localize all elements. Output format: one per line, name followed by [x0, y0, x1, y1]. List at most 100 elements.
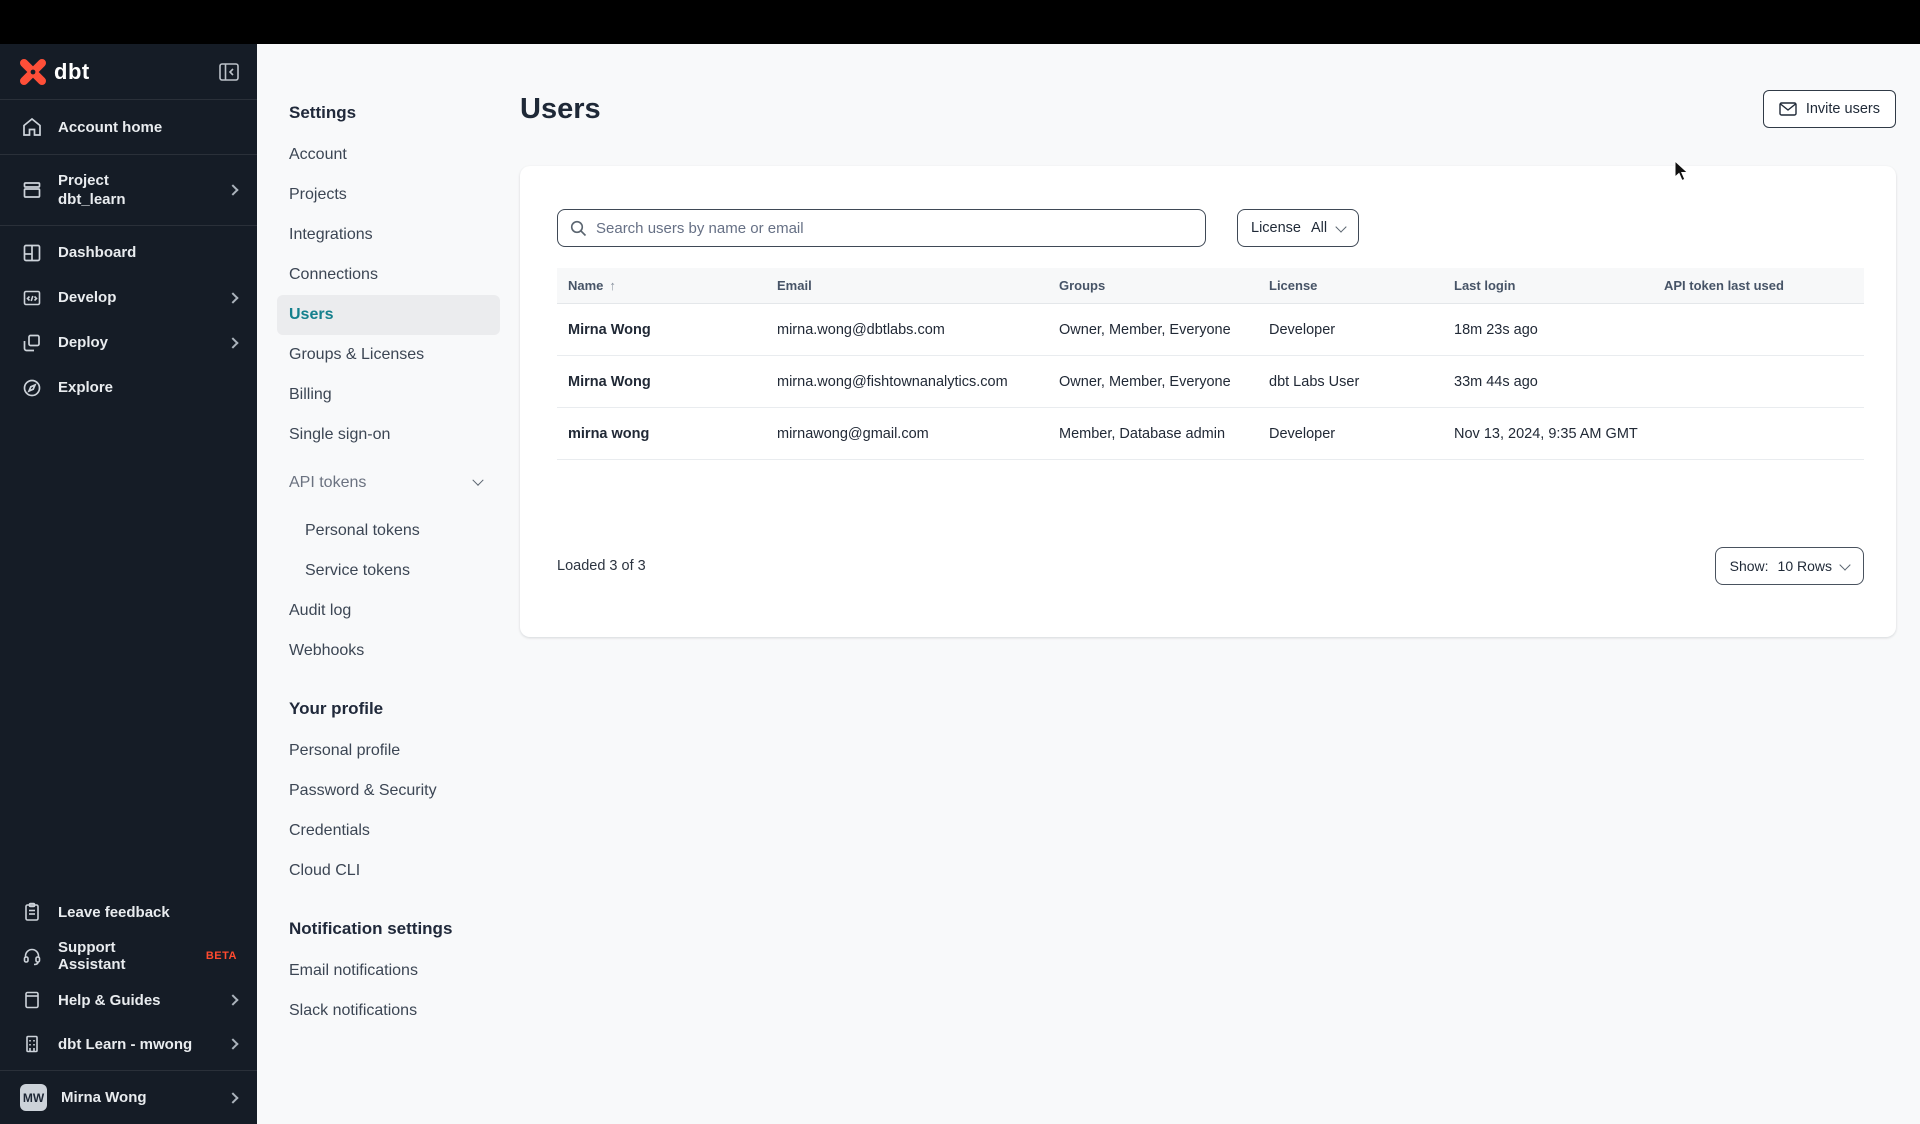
user-name: Mirna Wong — [61, 1089, 147, 1106]
sidebar-item-help-guides[interactable]: Help & Guides — [0, 978, 257, 1022]
column-header-groups[interactable]: Groups — [1048, 278, 1258, 293]
settings-item-billing[interactable]: Billing — [277, 375, 500, 415]
chevron-right-icon — [227, 1038, 239, 1050]
cell-email: mirna.wong@fishtownanalytics.com — [777, 373, 1008, 390]
sidebar-item-label: Deploy — [58, 334, 109, 351]
settings-item-single-sign-on[interactable]: Single sign-on — [277, 415, 500, 455]
settings-item-webhooks[interactable]: Webhooks — [277, 631, 500, 671]
dbt-logo-icon — [20, 58, 46, 85]
settings-item-api-tokens[interactable]: API tokens — [277, 463, 500, 503]
clipboard-icon — [20, 900, 44, 924]
collapse-sidebar-icon[interactable] — [219, 62, 239, 81]
sidebar-item-label: Explore — [58, 379, 114, 396]
chevron-down-icon — [472, 474, 484, 486]
invite-users-button[interactable]: Invite users — [1762, 90, 1896, 128]
sidebar-project-name: dbt_learn — [58, 191, 126, 208]
column-header-license[interactable]: License — [1258, 278, 1443, 293]
beta-badge: BETA — [205, 950, 237, 962]
chevron-right-icon — [227, 994, 239, 1006]
loaded-count-text: Loaded 3 of 3 — [557, 558, 646, 574]
chevron-down-icon — [1839, 559, 1851, 571]
sidebar-item-label: Leave feedback — [58, 903, 170, 921]
settings-item-email-notifications[interactable]: Email notifications — [277, 951, 500, 991]
cell-email: mirna.wong@dbtlabs.com — [777, 321, 945, 338]
page-title: Users — [520, 92, 601, 125]
sidebar-item-develop[interactable]: Develop — [0, 275, 257, 320]
sidebar-item-label: dbt Learn - mwong — [58, 1035, 193, 1053]
avatar: MW — [20, 1084, 47, 1111]
cell-name: mirna wong — [568, 425, 650, 442]
settings-item-slack-notifications[interactable]: Slack notifications — [277, 991, 500, 1031]
chevron-right-icon — [227, 336, 239, 349]
archive-icon — [20, 178, 44, 202]
table-row[interactable]: Mirna Wong mirna.wong@dbtlabs.com Owner,… — [557, 304, 1864, 356]
sidebar-item-leave-feedback[interactable]: Leave feedback — [0, 890, 257, 934]
chevron-right-icon — [227, 291, 239, 304]
chevron-down-icon — [1335, 221, 1347, 233]
settings-item-service-tokens[interactable]: Service tokens — [277, 551, 500, 591]
settings-item-audit-log[interactable]: Audit log — [277, 591, 500, 631]
sidebar-item-support-assistant[interactable]: Support Assistant BETA — [0, 934, 257, 978]
users-table: Name ↑ Email Groups License Last login AP… — [557, 268, 1864, 460]
settings-item-projects[interactable]: Projects — [277, 175, 500, 215]
chevron-right-icon — [227, 1091, 239, 1104]
rows-per-page-dropdown[interactable]: Show: 10 Rows — [1714, 547, 1864, 585]
sidebar-item-project[interactable]: Project dbt_learn — [0, 155, 257, 226]
table-header: Name ↑ Email Groups License Last login AP… — [557, 268, 1864, 304]
column-header-email[interactable]: Email — [766, 278, 1048, 293]
settings-item-password-security[interactable]: Password & Security — [277, 771, 500, 811]
sidebar-item-label: Help & Guides — [58, 991, 161, 1009]
cell-email: mirnawong@gmail.com — [777, 425, 929, 442]
dashboard-icon — [20, 241, 44, 265]
search-input[interactable] — [596, 219, 1193, 237]
top-bar — [0, 0, 1920, 44]
column-header-last-login[interactable]: Last login — [1443, 278, 1653, 293]
column-header-name[interactable]: Name ↑ — [557, 278, 766, 293]
building-icon — [20, 1032, 44, 1056]
column-header-api-token-last-used[interactable]: API token last used — [1653, 278, 1864, 293]
sidebar-item-label: Support Assistant — [58, 939, 126, 973]
dbt-logo: dbt — [20, 58, 90, 85]
code-icon — [20, 286, 44, 310]
sort-ascending-icon: ↑ — [609, 278, 616, 293]
settings-heading: Settings — [289, 103, 357, 122]
notification-settings-heading: Notification settings — [289, 919, 453, 938]
settings-item-connections[interactable]: Connections — [277, 255, 500, 295]
settings-item-users[interactable]: Users — [277, 295, 500, 335]
sidebar-item-label: Develop — [58, 289, 117, 306]
sidebar-item-dbt-learn-account[interactable]: dbt Learn - mwong — [0, 1022, 257, 1066]
cell-last-login: 33m 44s ago — [1454, 373, 1538, 390]
sidebar-item-label: Dashboard — [58, 244, 137, 261]
settings-item-integrations[interactable]: Integrations — [277, 215, 500, 255]
license-filter-dropdown[interactable]: License All — [1237, 209, 1360, 247]
settings-item-groups-licenses[interactable]: Groups & Licenses — [277, 335, 500, 375]
envelope-icon — [1779, 102, 1797, 116]
settings-item-cloud-cli[interactable]: Cloud CLI — [277, 851, 500, 891]
sidebar-item-explore[interactable]: Explore — [0, 365, 257, 410]
sidebar-user-menu[interactable]: MW Mirna Wong — [0, 1070, 257, 1124]
sidebar-item-account-home[interactable]: Account home — [0, 100, 257, 155]
table-row[interactable]: mirna wong mirnawong@gmail.com Member, D… — [557, 408, 1864, 460]
sidebar-item-label: Account home — [58, 118, 163, 136]
cell-last-login: 18m 23s ago — [1454, 321, 1538, 338]
cell-license: Developer — [1269, 321, 1336, 338]
sidebar-item-dashboard[interactable]: Dashboard — [0, 230, 257, 275]
cell-last-login: Nov 13, 2024, 9:35 AM GMT — [1454, 425, 1638, 442]
home-icon — [20, 115, 44, 139]
headset-icon — [20, 944, 44, 968]
settings-item-account[interactable]: Account — [277, 135, 500, 175]
search-icon — [570, 220, 587, 236]
chevron-right-icon — [227, 184, 239, 196]
cell-groups: Owner, Member, Everyone — [1059, 321, 1231, 338]
table-row[interactable]: Mirna Wong mirna.wong@fishtownanalytics.… — [557, 356, 1864, 408]
your-profile-heading: Your profile — [289, 699, 384, 718]
sidebar-item-deploy[interactable]: Deploy — [0, 320, 257, 365]
users-card: License All Name↑ Email Groups License L… — [520, 166, 1896, 637]
cell-groups: Member, Database admin — [1059, 425, 1226, 442]
settings-item-personal-profile[interactable]: Personal profile — [277, 731, 500, 771]
book-icon — [20, 988, 44, 1012]
sidebar-header: dbt — [0, 44, 257, 100]
settings-item-credentials[interactable]: Credentials — [277, 811, 500, 851]
cell-groups: Owner, Member, Everyone — [1059, 373, 1231, 390]
settings-item-personal-tokens[interactable]: Personal tokens — [277, 511, 500, 551]
